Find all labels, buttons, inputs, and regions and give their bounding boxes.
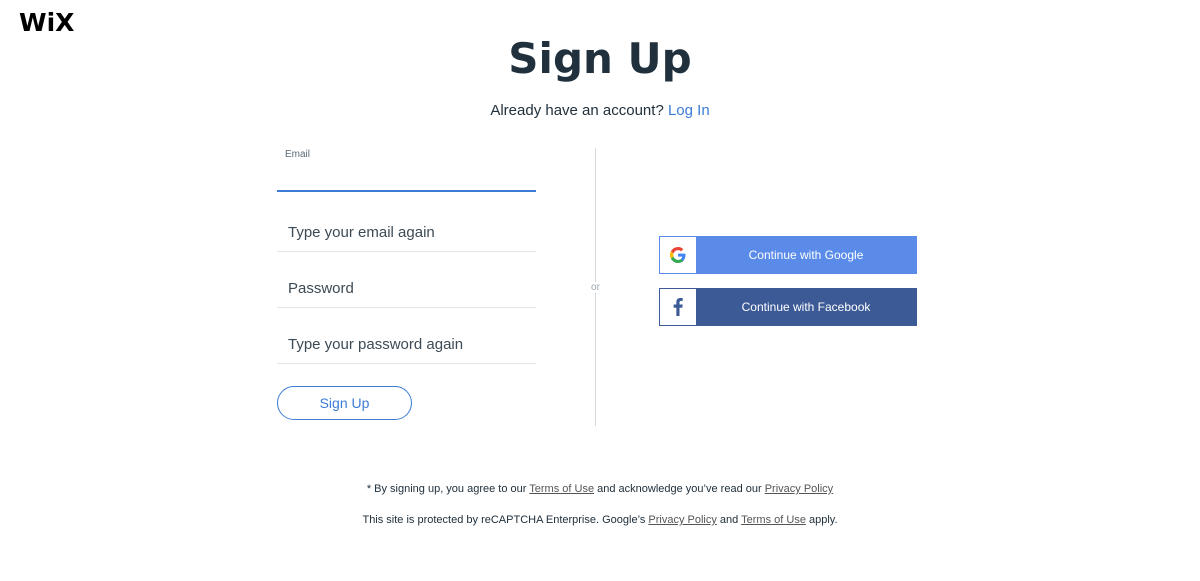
- confirm-email-field[interactable]: Type your email again: [277, 215, 536, 252]
- privacy-policy-link[interactable]: Privacy Policy: [765, 483, 833, 495]
- password-field[interactable]: Password: [277, 271, 536, 308]
- confirm-password-placeholder: Type your password again: [288, 336, 464, 353]
- page-title: Sign Up: [508, 34, 692, 83]
- recaptcha-notice-prefix: This site is protected by reCAPTCHA Ente…: [362, 514, 649, 526]
- recaptcha-notice-middle: and: [716, 514, 742, 526]
- facebook-button-label: Continue with Facebook: [696, 289, 916, 325]
- google-privacy-policy-link[interactable]: Privacy Policy: [648, 514, 716, 526]
- login-prompt-text: Already have an account?: [490, 102, 664, 119]
- email-label: Email: [285, 149, 311, 160]
- terms-notice: * By signing up, you agree to our Terms …: [0, 483, 1200, 495]
- terms-of-use-link[interactable]: Terms of Use: [529, 483, 594, 495]
- google-g-icon: [660, 237, 696, 273]
- email-field[interactable]: Email: [277, 146, 536, 192]
- continue-with-facebook-button[interactable]: Continue with Facebook: [659, 288, 917, 326]
- login-prompt: Already have an account? Log In: [0, 102, 1200, 119]
- login-link[interactable]: Log In: [668, 102, 710, 119]
- terms-notice-middle: and acknowledge you’ve read our: [594, 483, 765, 495]
- wix-logo[interactable]: WiX: [19, 8, 74, 37]
- facebook-f-icon: [660, 289, 696, 325]
- or-separator: or: [588, 282, 603, 293]
- google-button-label: Continue with Google: [696, 237, 916, 273]
- continue-with-google-button[interactable]: Continue with Google: [659, 236, 917, 274]
- confirm-password-field[interactable]: Type your password again: [277, 327, 536, 364]
- terms-notice-prefix: * By signing up, you agree to our: [366, 483, 530, 495]
- signup-button[interactable]: Sign Up: [277, 386, 412, 420]
- recaptcha-notice-suffix: apply.: [805, 514, 838, 526]
- google-terms-of-use-link[interactable]: Terms of Use: [741, 514, 806, 526]
- signup-page: WiX Sign Up Already have an account? Log…: [0, 0, 1200, 581]
- recaptcha-notice: This site is protected by reCAPTCHA Ente…: [0, 514, 1200, 526]
- password-placeholder: Password: [288, 280, 354, 297]
- confirm-email-placeholder: Type your email again: [288, 224, 435, 241]
